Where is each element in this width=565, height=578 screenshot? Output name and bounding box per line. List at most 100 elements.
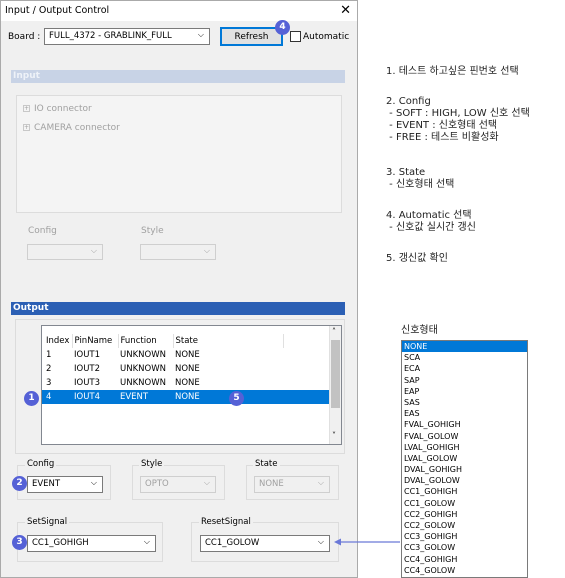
setsignal-value: CC1_GOHIGH [32,538,89,548]
list-item[interactable]: CC3_GOLOW [402,542,527,553]
table-row[interactable]: 1 IOUT1 UNKNOWN NONE [42,348,330,362]
badge-5: 5 [229,391,244,406]
chevron-down-icon: ⌵ [317,478,324,487]
note-5: 5. 갱신값 확인 [386,253,448,264]
cell-function: EVENT [120,392,149,402]
table-row-selected[interactable]: 4 IOUT4 EVENT NONE [42,390,330,404]
table-row[interactable]: 2 IOUT2 UNKNOWN NONE [42,362,330,376]
expand-icon: + [23,124,30,131]
list-item[interactable]: EAP [402,386,527,397]
tree-item-label: CAMERA connector [34,123,120,133]
note-3: 3. State - 신호형태 선택 [386,167,455,190]
list-item[interactable]: CC1_GOHIGH [402,486,527,497]
resetsignal-value: CC1_GOLOW [205,538,260,548]
list-item[interactable]: FVAL_GOHIGH [402,419,527,430]
column-header-pinname[interactable]: PinName [72,334,119,348]
title-bar: Input / Output Control ✕ [1,1,357,21]
output-state-select[interactable]: NONE ⌵ [254,476,330,493]
cell-state: NONE [175,392,200,402]
badge-2: 2 [12,476,27,491]
board-label: Board : [8,32,41,42]
table-header-row: Index PinName Function State [42,334,330,348]
resetsignal-select[interactable]: CC1_GOLOW ⌵ [200,535,330,552]
input-config-select[interactable]: ⌵ [27,244,103,260]
list-item[interactable]: CC1_GOLOW [402,498,527,509]
tree-item-label: IO connector [34,104,92,114]
cell-index: 2 [46,364,52,374]
chevron-down-icon: ⌵ [197,30,204,39]
scroll-down-icon[interactable]: ˅ [332,431,336,440]
output-style-label: Style [139,459,165,469]
cell-index: 4 [46,392,52,402]
scroll-up-icon[interactable]: ˄ [332,327,336,336]
chevron-down-icon: ⌵ [203,246,210,255]
window-title: Input / Output Control [5,5,110,16]
io-control-window: Input / Output Control ✕ Board : FULL_43… [0,0,358,578]
note-2: 2. Config - SOFT : HIGH, LOW 신호 선택 - EVE… [386,96,530,143]
refresh-button[interactable]: Refresh [220,27,283,46]
list-item[interactable]: CC4_GOLOW [402,565,527,576]
output-style-select[interactable]: OPTO ⌵ [140,476,216,493]
list-item[interactable]: FVAL_GOLOW [402,431,527,442]
cell-function: UNKNOWN [120,364,166,374]
list-item[interactable]: DVAL_GOHIGH [402,464,527,475]
column-header-index[interactable]: Index [42,334,73,348]
tree-item-io-connector[interactable]: + IO connector [23,104,92,114]
output-table: Index PinName Function State 1 IOUT1 UNK… [41,325,342,445]
column-header-state[interactable]: State [173,334,284,348]
cell-pinname: IOUT1 [74,350,101,360]
board-select-value: FULL_4372 - GRABLINK_FULL [49,31,172,41]
note-1: 1. 테스트 하고싶은 핀번호 선택 [386,66,519,77]
list-item[interactable]: ECA [402,363,527,374]
close-icon[interactable]: ✕ [340,3,351,18]
cell-function: UNKNOWN [120,350,166,360]
list-item[interactable]: LVAL_GOLOW [402,453,527,464]
cell-pinname: IOUT2 [74,364,101,374]
input-style-select[interactable]: ⌵ [140,244,216,260]
automatic-checkbox[interactable] [290,31,301,42]
resetsignal-label: ResetSignal [199,517,253,527]
input-section-header: Input [11,70,345,83]
output-section-header: Output [11,302,345,315]
cell-index: 1 [46,350,52,360]
list-item[interactable]: CC3_GOHIGH [402,531,527,542]
output-state-label: State [253,459,280,469]
automatic-label: Automatic [303,32,350,42]
vertical-scrollbar[interactable]: ˄ ˅ [329,326,341,444]
list-item[interactable]: SAP [402,375,527,386]
cell-state: NONE [175,364,200,374]
state-select-value: NONE [259,479,284,489]
tree-item-camera-connector[interactable]: + CAMERA connector [23,123,120,133]
list-item[interactable]: SAS [402,397,527,408]
scrollbar-thumb[interactable] [331,340,340,408]
list-item[interactable]: DVAL_GOLOW [402,475,527,486]
list-item[interactable]: CC2_GOHIGH [402,509,527,520]
input-style-label: Style [141,226,164,236]
signal-type-list[interactable]: NONE SCA ECA SAP EAP SAS EAS FVAL_GOHIGH FVAL_GO… [401,340,528,578]
setsignal-select[interactable]: CC1_GOHIGH ⌵ [27,535,156,552]
list-item[interactable]: LVAL_GOHIGH [402,442,527,453]
list-item[interactable]: SCA [402,352,527,363]
input-tree: + IO connector + CAMERA connector [16,95,342,213]
signal-list-title: 신호형태 [401,325,438,336]
chevron-down-icon: ⌵ [143,537,150,546]
list-item[interactable]: EAS [402,408,527,419]
chevron-down-icon: ⌵ [90,246,97,255]
setsignal-label: SetSignal [25,517,70,527]
list-item[interactable]: CC4_GOHIGH [402,554,527,565]
cell-state: NONE [175,378,200,388]
output-config-label: Config [25,459,57,469]
board-select[interactable]: FULL_4372 - GRABLINK_FULL ⌵ [44,28,210,45]
list-item[interactable]: CC2_GOLOW [402,520,527,531]
config-select-value: EVENT [32,479,61,489]
column-header-function[interactable]: Function [118,334,174,348]
output-config-select[interactable]: EVENT ⌵ [27,476,103,493]
chevron-down-icon: ⌵ [90,478,97,487]
chevron-down-icon: ⌵ [317,537,324,546]
expand-icon: + [23,105,30,112]
table-row[interactable]: 3 IOUT3 UNKNOWN NONE [42,376,330,390]
badge-4: 4 [275,20,290,35]
list-item[interactable]: NONE [402,341,527,353]
cell-pinname: IOUT3 [74,378,101,388]
input-config-label: Config [28,226,57,236]
